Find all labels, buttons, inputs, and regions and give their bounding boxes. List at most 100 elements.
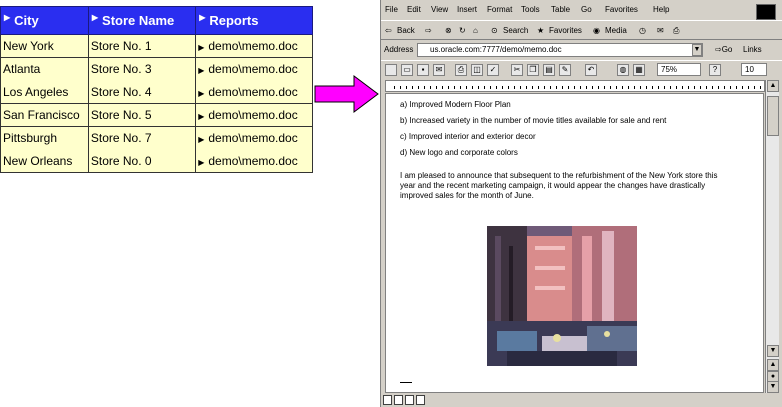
ruler-tick [550,86,551,89]
sort-triangle-icon: ▶ [4,13,11,22]
menu-favorites[interactable]: Favorites [605,5,638,14]
text-cursor [400,382,412,383]
save-icon[interactable]: ▪ [417,64,429,76]
document-page[interactable]: a) Improved Modern Floor Plan b) Increas… [385,93,764,393]
column-header-city[interactable]: ▶ City [0,6,89,35]
list-item: a) Improved Modern Floor Plan [400,100,511,109]
address-input[interactable]: us.oracle.com:7777/demo/memo.doc [417,43,703,57]
menu-table[interactable]: Table [551,5,570,14]
report-link-cell[interactable]: ▶ demo\memo.doc [195,34,313,58]
next-page-icon[interactable]: ▼ [767,381,779,393]
ruler-tick [562,86,563,89]
city-street-photo [487,226,637,366]
font-size-select[interactable]: 10 [741,63,767,76]
store-cell: Store No. 1 [87,34,197,58]
chevron-down-icon[interactable]: ▼ [692,44,702,56]
list-item: c) Improved interior and exterior decor [400,132,536,141]
scroll-up-icon[interactable]: ▲ [767,80,779,92]
stop-icon[interactable]: ⊗ [445,26,452,35]
normal-view-icon[interactable] [383,395,392,405]
report-header-row: ▶ City ▶ Store Name ▶ Reports [0,6,313,35]
new-document-icon[interactable] [385,64,397,76]
hyperlink-icon[interactable]: ◍ [617,64,629,76]
cut-icon[interactable]: ✂ [511,64,523,76]
scroll-thumb[interactable] [767,96,779,136]
print-layout-view-icon[interactable] [405,395,414,405]
link-triangle-icon: ▶ [198,88,205,98]
ruler-tick [526,86,527,89]
table-row: Los Angeles Store No. 4 ▶ demo\memo.doc [0,80,313,104]
history-icon[interactable]: ◷ [639,26,646,35]
menu-go[interactable]: Go [581,5,592,14]
format-painter-icon[interactable]: ✎ [559,64,571,76]
mail-icon[interactable]: ✉ [657,26,664,35]
favorites-button[interactable]: Favorites [549,26,582,35]
print-icon[interactable]: ⎙ [673,26,679,36]
media-button[interactable]: Media [605,26,627,35]
ruler-tick [640,86,641,89]
ruler-tick [574,86,575,89]
menu-file[interactable]: File [385,5,398,14]
ruler-tick [442,86,443,89]
help-icon[interactable]: ? [709,64,721,76]
ruler-tick [478,86,479,89]
ruler[interactable] [385,80,765,92]
ruler-tick [610,86,611,89]
back-button[interactable]: Back [397,26,415,35]
outline-view-icon[interactable] [416,395,425,405]
column-header-reports[interactable]: ▶ Reports [195,6,313,35]
menu-format[interactable]: Format [487,5,512,14]
spelling-icon[interactable]: ✓ [487,64,499,76]
table-row: San Francisco Store No. 5 ▶ demo\memo.doc [0,103,313,127]
ruler-tick [730,86,731,89]
search-button[interactable]: Search [503,26,528,35]
back-arrow-icon[interactable]: ⇦ [385,26,392,35]
ruler-tick [688,86,689,89]
email-icon[interactable]: ✉ [433,64,445,76]
ruler-tick [400,86,401,89]
media-icon[interactable]: ◉ [593,26,600,35]
menu-help[interactable]: Help [653,5,669,14]
table-icon[interactable]: ▦ [633,64,645,76]
print-icon[interactable]: ⎙ [455,64,467,76]
link-triangle-icon: ▶ [198,43,205,52]
menu-insert[interactable]: Insert [457,5,477,14]
print-preview-icon[interactable]: ◫ [471,64,483,76]
ruler-tick [472,86,473,89]
links-button[interactable]: Links [743,45,762,54]
web-layout-view-icon[interactable] [394,395,403,405]
search-icon[interactable]: ⊙ [491,26,498,35]
paste-icon[interactable]: ▤ [543,64,555,76]
ruler-tick [616,86,617,89]
forward-arrow-icon[interactable]: ⇨ [425,26,432,35]
ruler-tick [568,86,569,89]
home-icon[interactable]: ⌂ [473,26,478,35]
menu-view[interactable]: View [431,5,448,14]
ruler-tick [580,86,581,89]
open-folder-icon[interactable]: ▭ [401,64,413,76]
favorites-icon[interactable]: ★ [537,26,544,35]
report-link-cell[interactable]: ▶ demo\memo.doc [195,149,313,173]
ruler-tick [460,86,461,89]
menu-tools[interactable]: Tools [521,5,540,14]
ruler-tick [538,86,539,89]
menu-edit[interactable]: Edit [407,5,421,14]
ruler-tick [604,86,605,89]
ruler-tick [676,86,677,89]
report-link-cell[interactable]: ▶ demo\memo.doc [195,80,313,104]
report-link-cell[interactable]: ▶ demo\memo.doc [195,57,313,81]
previous-page-icon[interactable]: ▲ [767,359,779,371]
refresh-icon[interactable]: ↻ [459,26,466,35]
scroll-down-icon[interactable]: ▼ [767,345,779,357]
go-button[interactable]: ⇨Go [715,45,732,54]
copy-icon[interactable]: ❐ [527,64,539,76]
vertical-scrollbar[interactable]: ▲ ▼ ▲ ● ▼ [765,80,779,393]
column-header-store-name[interactable]: ▶ Store Name [87,6,197,35]
ruler-tick [694,86,695,89]
zoom-select[interactable]: 75% [657,63,701,76]
ruler-tick [544,86,545,89]
report-link-cell[interactable]: ▶ demo\memo.doc [195,103,313,127]
undo-icon[interactable]: ↶ [585,64,597,76]
report-link-cell[interactable]: ▶ demo\memo.doc [195,126,313,150]
menu-bar: File Edit View Insert Format Tools Table… [381,2,782,20]
